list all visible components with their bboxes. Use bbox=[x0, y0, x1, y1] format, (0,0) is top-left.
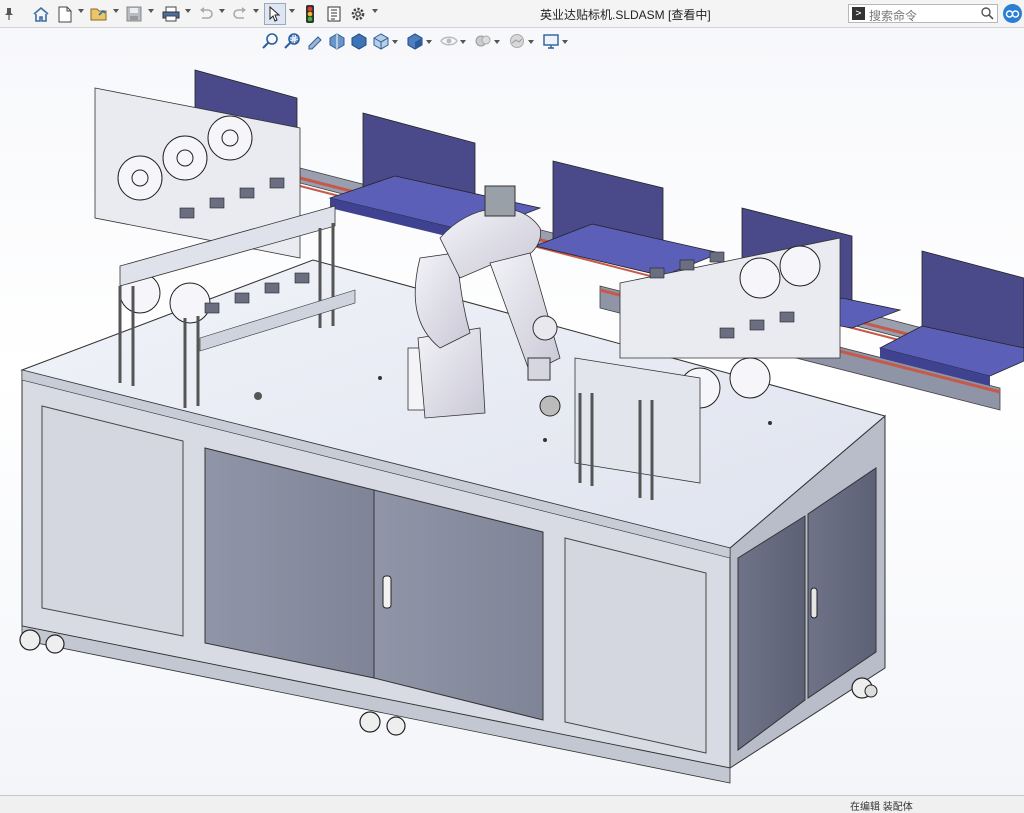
undo-dropdown-icon[interactable] bbox=[219, 9, 225, 13]
new-file-icon[interactable] bbox=[56, 3, 74, 25]
title-bar: 英业达贴标机.SLDASM [查看中] > 搜索命令 bbox=[0, 0, 1024, 28]
undo-icon[interactable] bbox=[196, 3, 216, 25]
redo-dropdown-icon[interactable] bbox=[253, 9, 259, 13]
graphics-viewport[interactable] bbox=[0, 28, 1024, 795]
document-title: 英业达贴标机.SLDASM [查看中] bbox=[540, 8, 711, 22]
file-properties-icon[interactable] bbox=[324, 3, 344, 25]
save-icon[interactable] bbox=[124, 3, 144, 25]
search-placeholder: 搜索命令 bbox=[869, 9, 918, 23]
open-file-dropdown-icon[interactable] bbox=[113, 9, 119, 13]
print-dropdown-icon[interactable] bbox=[185, 9, 191, 13]
assembly-3d-model[interactable] bbox=[0, 28, 1024, 795]
search-icon[interactable] bbox=[981, 7, 994, 23]
status-bar: 在编辑 装配体 bbox=[0, 795, 1024, 813]
select-dropdown-icon[interactable] bbox=[289, 9, 295, 13]
redo-icon[interactable] bbox=[230, 3, 250, 25]
pin-icon[interactable] bbox=[2, 3, 16, 25]
save-dropdown-icon[interactable] bbox=[148, 9, 154, 13]
home-icon[interactable] bbox=[30, 3, 52, 25]
command-prompt-icon: > bbox=[852, 7, 865, 20]
cloud-account-icon[interactable] bbox=[1003, 4, 1022, 23]
options-dropdown-icon[interactable] bbox=[372, 9, 378, 13]
traffic-light-icon[interactable] bbox=[300, 3, 320, 25]
options-gear-icon[interactable] bbox=[348, 3, 368, 25]
open-file-icon[interactable] bbox=[88, 3, 110, 25]
select-cursor-icon[interactable] bbox=[264, 3, 286, 25]
blue-tray-2 bbox=[533, 160, 722, 277]
new-file-dropdown-icon[interactable] bbox=[78, 9, 84, 13]
search-commands-field[interactable]: > 搜索命令 bbox=[848, 4, 998, 23]
print-icon[interactable] bbox=[160, 3, 182, 25]
status-text: 在编辑 装配体 bbox=[850, 802, 913, 813]
